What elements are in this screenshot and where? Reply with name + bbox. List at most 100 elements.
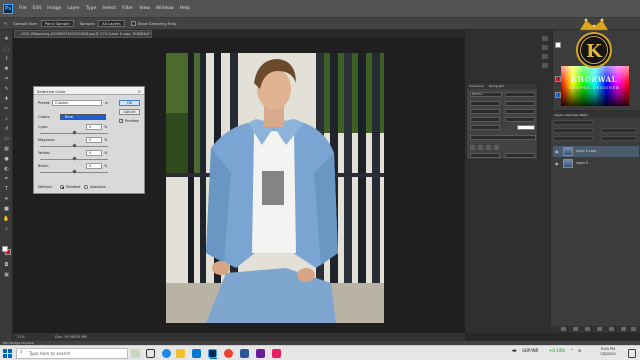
menu-help[interactable]: Help: [180, 6, 190, 11]
edge-browser-icon[interactable]: [162, 349, 171, 358]
healing-brush-tool-icon[interactable]: ✚: [3, 96, 10, 103]
language-select[interactable]: [470, 153, 500, 158]
link-layers-icon[interactable]: [561, 327, 566, 331]
kerning-input[interactable]: [470, 109, 500, 114]
blend-mode-select[interactable]: [553, 128, 593, 133]
visibility-eye-icon[interactable]: ◉: [555, 149, 559, 154]
cancel-button[interactable]: Cancel: [119, 109, 140, 115]
document-tab[interactable]: ...2020_RBtpeyimg_DSt789579054251026.jpg…: [14, 30, 152, 38]
word-icon[interactable]: [240, 349, 249, 358]
taskbar-search-input[interactable]: ⌕ Type here to search: [16, 348, 128, 359]
leading-input[interactable]: [505, 101, 535, 106]
chrome-icon[interactable]: [224, 349, 233, 358]
eraser-tool-icon[interactable]: ▭: [3, 136, 10, 143]
menu-window[interactable]: Window: [156, 6, 174, 11]
menu-filter[interactable]: Filter: [122, 6, 133, 11]
all-caps-icon[interactable]: [486, 145, 491, 150]
faux-italic-icon[interactable]: [478, 145, 483, 150]
zoom-level[interactable]: 21%: [17, 333, 25, 341]
preset-select[interactable]: Custom: [52, 100, 102, 106]
adjustment-layer-icon[interactable]: [597, 327, 602, 331]
close-icon[interactable]: ×: [138, 89, 141, 94]
eyedropper-tool-icon[interactable]: ✎: [4, 21, 7, 26]
small-caps-icon[interactable]: [494, 145, 499, 150]
type-tool-icon[interactable]: T: [3, 186, 10, 193]
pen-tool-icon[interactable]: ✒: [3, 176, 10, 183]
preview-checkbox[interactable]: ✓: [119, 119, 123, 123]
menu-type[interactable]: Type: [86, 6, 96, 11]
menu-view[interactable]: View: [139, 6, 150, 11]
marquee-tool-icon[interactable]: ⬚: [3, 46, 10, 53]
text-color-swatch[interactable]: [517, 125, 535, 130]
hand-tool-icon[interactable]: ✋: [3, 216, 10, 223]
black-slider-knob[interactable]: [72, 169, 77, 174]
font-family-select[interactable]: DIN Pro: [470, 92, 502, 97]
tab-character[interactable]: Character: [469, 84, 484, 88]
zoom-tool-icon[interactable]: ⌕: [3, 226, 10, 233]
black-slider[interactable]: [40, 169, 108, 174]
tracking-input[interactable]: [505, 109, 535, 114]
black-value-input[interactable]: 0: [86, 163, 102, 169]
brush-tool-icon[interactable]: ✏: [3, 106, 10, 113]
styles-panel-icon[interactable]: [542, 63, 548, 68]
layer-filter-select[interactable]: [553, 120, 593, 125]
quick-select-tool-icon[interactable]: ✱: [3, 66, 10, 73]
windows-start-icon[interactable]: [3, 349, 12, 358]
baseline-shift-input[interactable]: [470, 125, 500, 130]
font-size-input[interactable]: [470, 101, 500, 106]
clone-stamp-tool-icon[interactable]: ⊥: [3, 116, 10, 123]
taskbar-clock[interactable]: 9:00 PM 7/8/2021: [590, 347, 626, 357]
new-group-icon[interactable]: [609, 327, 614, 331]
adjustments-panel-icon[interactable]: [542, 54, 548, 59]
layer-style-icon[interactable]: [573, 327, 578, 331]
close-icon[interactable]: ×: [146, 32, 149, 36]
store-icon[interactable]: [192, 349, 201, 358]
vertical-scale-input[interactable]: [470, 117, 500, 122]
layer-mask-icon[interactable]: [585, 327, 590, 331]
history-brush-tool-icon[interactable]: ↺: [3, 126, 10, 133]
menu-layer[interactable]: Layer: [67, 6, 80, 11]
move-tool-icon[interactable]: ✥: [3, 36, 10, 43]
sample-select[interactable]: All Layers: [98, 20, 125, 27]
character-panel-tabs[interactable]: Character Paragraph: [467, 83, 537, 89]
lock-options[interactable]: [553, 136, 593, 141]
magenta-slider[interactable]: [40, 143, 108, 148]
layer-item[interactable]: ◉ Layer 0: [553, 158, 639, 169]
opacity-input[interactable]: [601, 128, 637, 133]
yellow-slider[interactable]: [40, 156, 108, 161]
text-style-buttons[interactable]: [470, 135, 536, 140]
magenta-value-input[interactable]: 0: [86, 137, 102, 143]
quick-mask-icon[interactable]: ◘: [3, 262, 10, 269]
cyan-value-input[interactable]: 0: [86, 124, 102, 130]
screen-mode-icon[interactable]: ▣: [3, 272, 10, 279]
eyedropper-tool-icon[interactable]: ✎: [3, 86, 10, 93]
yellow-slider-knob[interactable]: [72, 156, 77, 161]
cyan-slider[interactable]: [40, 130, 108, 135]
notifications-icon[interactable]: [628, 349, 636, 358]
delete-layer-icon[interactable]: [631, 327, 636, 331]
layer-item[interactable]: ◉ Layer 0 copy: [553, 146, 639, 157]
app-icon[interactable]: [256, 349, 265, 358]
photoshop-taskbar-icon[interactable]: [208, 349, 217, 359]
menu-select[interactable]: Select: [102, 6, 116, 11]
sample-size-select[interactable]: Point Sample: [40, 20, 74, 27]
foreground-color-swatch[interactable]: [2, 246, 8, 252]
blur-tool-icon[interactable]: ●: [3, 156, 10, 163]
ok-button[interactable]: OK: [119, 100, 140, 106]
document-image[interactable]: [166, 53, 384, 323]
tab-paragraph[interactable]: Paragraph: [489, 84, 504, 88]
yellow-value-input[interactable]: 0: [86, 150, 102, 156]
tray-chevron-icon[interactable]: ⌃: [570, 348, 573, 353]
network-icon[interactable]: ≋: [578, 348, 581, 353]
anti-alias-select[interactable]: [505, 153, 535, 158]
font-style-select[interactable]: [505, 92, 535, 97]
magenta-slider-knob[interactable]: [72, 143, 77, 148]
preset-options-icon[interactable]: ≡: [105, 101, 108, 105]
colors-select[interactable]: Blue: [60, 114, 106, 120]
fill-input[interactable]: [601, 136, 637, 141]
dodge-tool-icon[interactable]: ◐: [3, 166, 10, 173]
method-relative-radio[interactable]: [60, 185, 64, 189]
cyan-slider-knob[interactable]: [72, 130, 77, 135]
lasso-tool-icon[interactable]: ℓ: [3, 56, 10, 63]
file-explorer-icon[interactable]: [176, 349, 185, 358]
